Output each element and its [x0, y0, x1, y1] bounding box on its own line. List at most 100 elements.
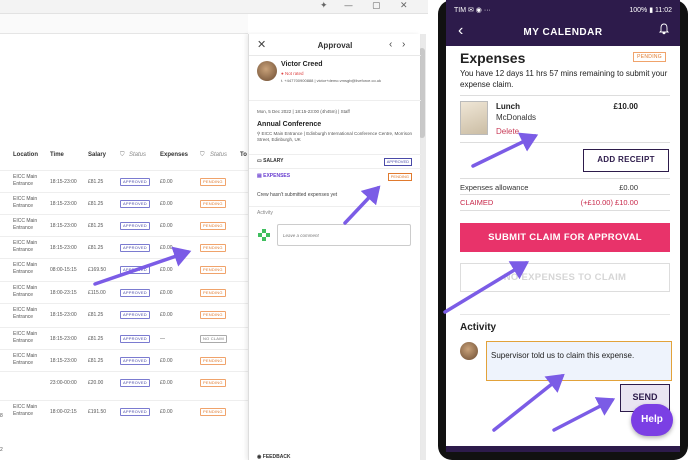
filter-icon[interactable]: ⛉: [200, 152, 205, 159]
status-badge: APPROVED: [120, 357, 150, 365]
avatar: [460, 342, 478, 360]
table-row[interactable]: EICC Main Entrance 18:15-23:00 £81.25 APPROV…: [0, 170, 250, 192]
status-badge: APPROVED: [120, 379, 150, 387]
status-badge: APPROVED: [120, 200, 150, 208]
prev-icon[interactable]: ‹: [389, 39, 392, 50]
location-line-2: Entrance: [13, 269, 34, 275]
status-badge: PENDING: [633, 52, 666, 62]
status-right: 100% ▮ 11:02: [629, 7, 672, 14]
cell-expenses: £0.00: [160, 179, 173, 185]
status-badge: APPROVED: [120, 335, 150, 343]
page-title: Expenses: [460, 50, 526, 66]
table-row[interactable]: EICC Main Entrance 18:15-23:00 £81.25 APPROV…: [0, 349, 250, 371]
cell-salary: £81.25: [88, 201, 104, 207]
cell-time: 18:15-23:00: [50, 245, 77, 251]
col-time[interactable]: Time: [50, 152, 64, 158]
table-header: Location Time Salary ⛉ Status Expenses ⛉…: [0, 148, 250, 164]
add-receipt-button[interactable]: ADD RECEIPT: [583, 149, 669, 172]
col-total[interactable]: To: [240, 152, 247, 158]
panel-title: Approval: [317, 41, 353, 50]
delete-link[interactable]: Delete: [496, 127, 519, 136]
minimize-button[interactable]: —: [344, 1, 353, 11]
status-left: TIM ✉ ◉ ···: [454, 7, 491, 14]
table-row[interactable]: EICC Main Entrance 18:15-23:00 £81.25 APPROV…: [0, 327, 250, 349]
divider: [249, 206, 421, 207]
divider: [460, 142, 670, 143]
crew-name: Victor Creed: [281, 61, 323, 68]
table-row[interactable]: 23:00-00:00 £20.00 APPROVED £0.00 PENDING: [0, 371, 250, 393]
cell-time: 18:15-23:00: [50, 201, 77, 207]
divider: [249, 100, 421, 101]
user-identicon-icon: [257, 228, 271, 242]
close-window-button[interactable]: ✕: [400, 1, 408, 11]
submit-claim-button[interactable]: SUBMIT CLAIM FOR APPROVAL: [460, 223, 670, 252]
col-exp-status[interactable]: Status: [210, 152, 227, 158]
mobile-screen: TIM ✉ ◉ ··· 100% ▮ 11:02 ‹ MY CALENDAR E…: [446, 0, 680, 452]
cell-expenses: £0.00: [160, 267, 173, 273]
expenses-status-badge: PENDING: [387, 173, 412, 181]
table-row[interactable]: EICC Main Entrance 18:15-23:00 £81.25 APPROV…: [0, 236, 250, 258]
expense-status-badge: PENDING: [200, 222, 226, 230]
expenses-row[interactable]: ▤ EXPENSES: [257, 173, 290, 179]
no-expenses-button[interactable]: NO EXPENSES TO CLAIM: [460, 263, 670, 292]
cell-expenses: £0.00: [160, 358, 173, 364]
feedback-row[interactable]: ◉ FEEDBACK: [257, 454, 291, 460]
cell-expenses: £0.00: [160, 201, 173, 207]
table-row[interactable]: EICC Main Entrance 08:00-15:15 £169.50 APPRO…: [0, 258, 250, 280]
divider: [460, 210, 670, 211]
cell-time: 18:15-23:00: [50, 223, 77, 229]
location-line-2: Entrance: [13, 338, 34, 344]
col-location[interactable]: Location: [13, 152, 38, 158]
location-line-2: Entrance: [13, 411, 34, 417]
status-badge: APPROVED: [120, 408, 150, 416]
table-row[interactable]: EICC Main Entrance 18:00-23:15 £115.00 APPRO…: [0, 281, 250, 303]
next-icon[interactable]: ›: [402, 39, 405, 50]
divider: [249, 168, 421, 169]
table-row[interactable]: EICC Main Entrance 18:15-23:00 £81.25 APPROV…: [0, 303, 250, 325]
filter-icon[interactable]: ⛉: [120, 152, 125, 159]
cell-expenses: £0.00: [160, 290, 173, 296]
status-badge: APPROVED: [120, 178, 150, 186]
extensions-icon[interactable]: ✦: [320, 1, 328, 11]
cell-expenses: —: [160, 336, 165, 342]
crew-contact: t. +447700900888 | victor+demo.vmsgb@liv…: [281, 78, 382, 83]
help-button[interactable]: Help: [631, 404, 673, 436]
table-row[interactable]: EICC Main Entrance 18:15-23:00 £81.25 APPROV…: [0, 192, 250, 214]
maximize-button[interactable]: ▢: [372, 1, 381, 11]
cell-time: 18:15-23:00: [50, 336, 77, 342]
cell-salary: £81.25: [88, 223, 104, 229]
app-bar: ‹ MY CALENDAR: [446, 20, 680, 46]
location-line-1: EICC Main: [13, 218, 38, 224]
table-row[interactable]: EICC Main Entrance 18:00-02:15 £191.50 APPRO…: [0, 400, 250, 422]
cell-time: 18:15-23:00: [50, 358, 77, 364]
location-line-1: EICC Main: [13, 285, 38, 291]
bell-icon[interactable]: [658, 23, 670, 38]
table-row[interactable]: EICC Main Entrance 18:15-23:00 £81.25 APPROV…: [0, 214, 250, 236]
location-line-1: EICC Main: [13, 196, 38, 202]
comment-placeholder: Leave a comment: [283, 233, 319, 238]
cell-salary: £20.00: [88, 380, 104, 386]
cell-expenses: £0.00: [160, 409, 173, 415]
col-status[interactable]: Status: [129, 152, 146, 158]
cell-salary: £81.25: [88, 336, 104, 342]
edge-number: 8: [0, 413, 3, 419]
comment-input[interactable]: Supervisor told us to claim this expense…: [486, 341, 672, 381]
toolbar-area: [0, 14, 248, 34]
expense-status-badge: PENDING: [200, 289, 226, 297]
cell-time: 23:00-00:00: [50, 380, 77, 386]
status-badge: APPROVED: [120, 311, 150, 319]
time-remaining-text: You have 12 days 11 hrs 57 mins remainin…: [460, 69, 668, 89]
divider: [460, 194, 670, 195]
receipt-thumbnail[interactable]: [460, 101, 488, 135]
address-text: EICC Main Entrance | Edinburgh Internati…: [257, 131, 413, 142]
activity-heading: Activity: [460, 322, 497, 333]
expense-status-badge: PENDING: [200, 357, 226, 365]
window-titlebar: ✦ — ▢ ✕: [0, 0, 428, 14]
location-line-1: EICC Main: [13, 353, 38, 359]
location-line-1: EICC Main: [13, 240, 38, 246]
col-expenses[interactable]: Expenses: [160, 152, 188, 158]
expense-status-badge: PENDING: [200, 311, 226, 319]
location-line-1: EICC Main: [13, 174, 38, 180]
col-salary[interactable]: Salary: [88, 152, 106, 158]
cell-expenses: £0.00: [160, 312, 173, 318]
